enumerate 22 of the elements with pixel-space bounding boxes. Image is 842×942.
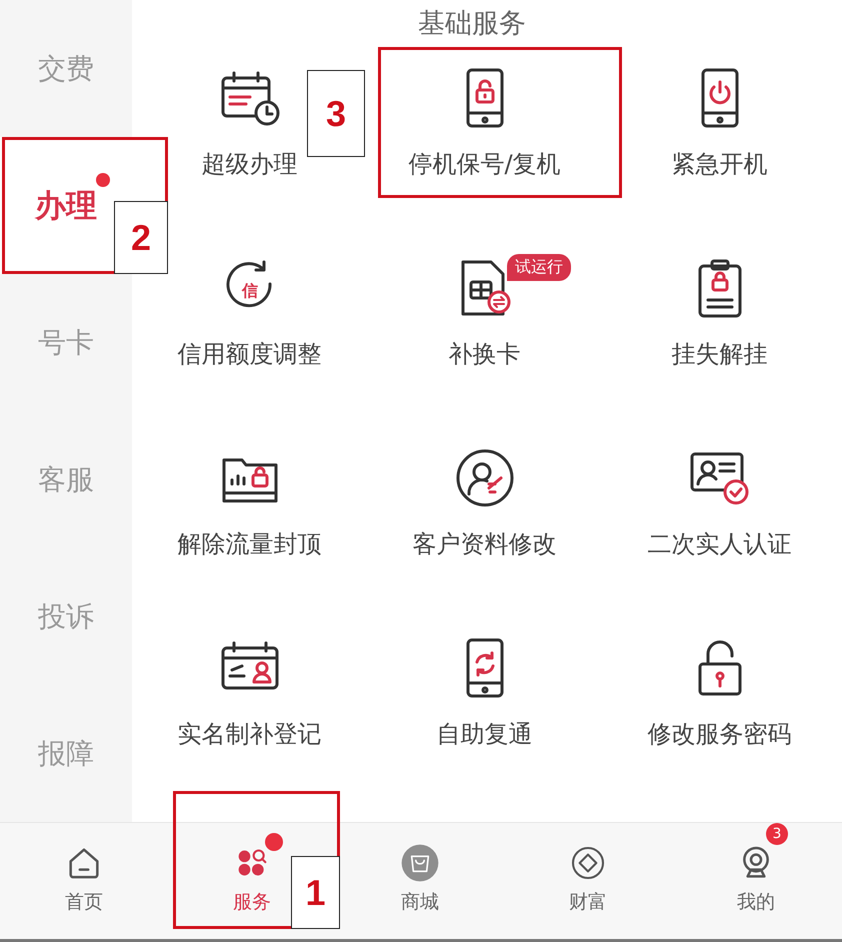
tab[interactable]: 商城 [390,823,450,923]
tab[interactable]: 服务 [222,823,282,923]
trial-badge: 试运行 [507,254,571,281]
shopping-bag-icon [400,843,440,883]
section-title: 基础服务 [418,10,526,37]
count-badge: 3 [766,823,788,845]
service-item[interactable]: 停机保号/复机 [404,50,565,190]
service-item[interactable]: 信 信用额度调整 [174,240,326,380]
service-item[interactable]: 修改服务密码 [644,620,796,760]
service-item[interactable]: 超级办理 [198,50,302,190]
annotation-label: 2 [114,201,168,274]
service-item[interactable]: 二次实人认证 [644,430,796,570]
service-item[interactable]: 挂失解挂 [668,240,772,380]
annotation-label: 3 [307,70,365,157]
service-item[interactable]: 客户资料修改 [408,430,560,570]
tab[interactable]: 财富 [558,823,618,923]
annotation-label: 1 [291,856,340,929]
service-item[interactable]: 解除流量封顶 [174,430,326,570]
service-item[interactable]: 紧急开机 [668,50,772,190]
service-item[interactable]: 自助复通 [432,620,536,760]
tab[interactable]: 首页 [54,823,114,923]
service-item[interactable]: 实名制补登记 [174,620,326,760]
